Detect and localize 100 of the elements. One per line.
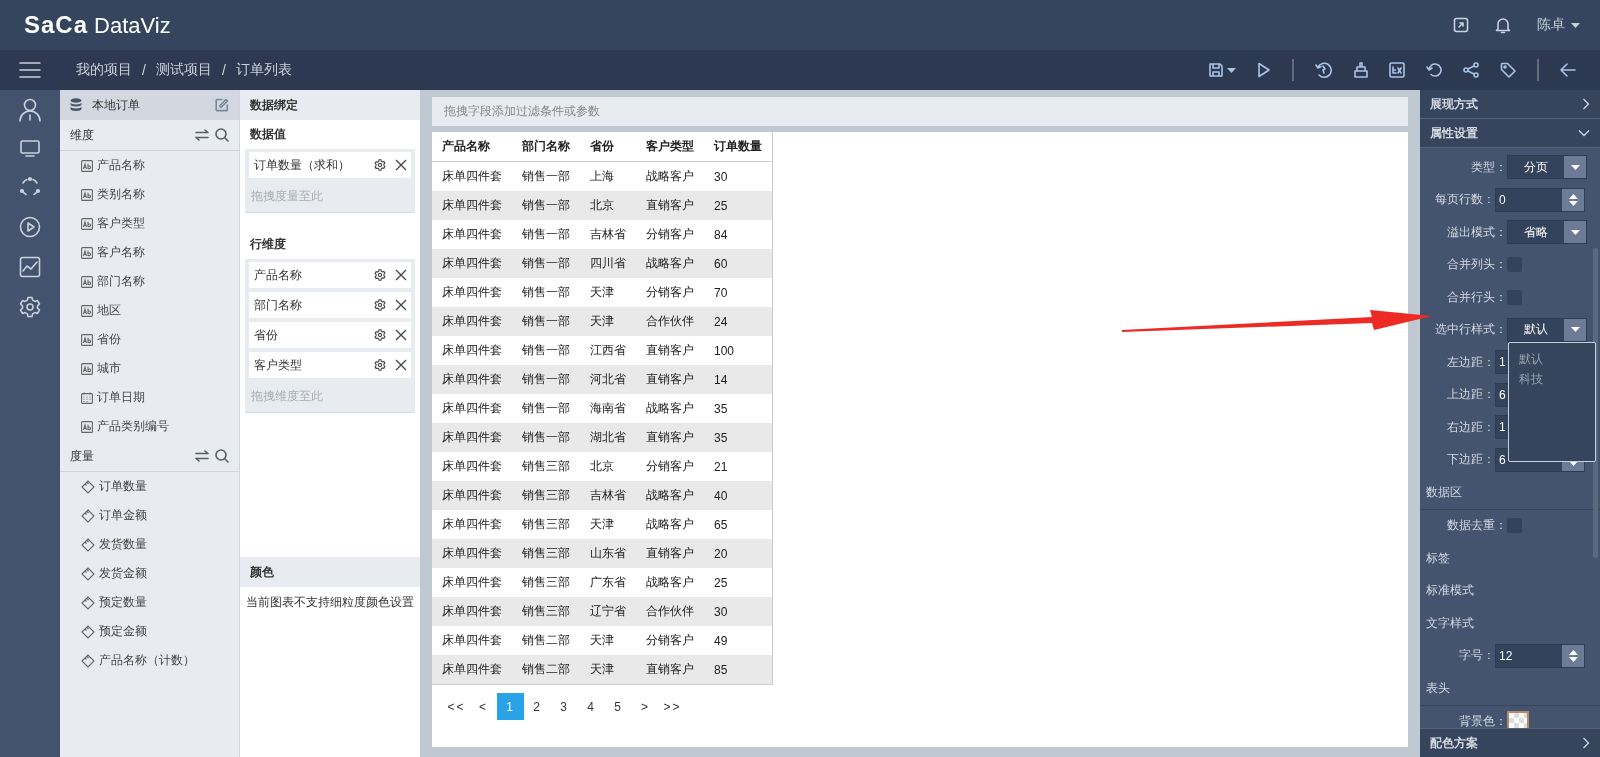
table-cell: 上海 (580, 161, 636, 191)
page-button[interactable]: < (470, 693, 497, 720)
search-icon[interactable] (215, 449, 229, 463)
table-cell: 25 (704, 191, 772, 220)
field-pill[interactable]: 产品名称 (249, 262, 411, 288)
page-button[interactable]: << (443, 693, 470, 720)
table-cell: 分销客户 (636, 278, 704, 307)
search-icon[interactable] (215, 128, 229, 142)
dropdown-option[interactable]: 科技 (1519, 368, 1585, 389)
number-field[interactable]: 12 (1495, 643, 1585, 668)
close-icon[interactable] (395, 159, 407, 171)
field-item[interactable]: 部门名称 (60, 267, 239, 296)
drop-hint: 拖拽维度至此 (250, 388, 324, 405)
accordion-header[interactable]: 展现方式 (1420, 90, 1600, 119)
fullscreen-icon[interactable] (1453, 17, 1469, 33)
color-swatch[interactable] (1507, 710, 1529, 728)
dropdown[interactable]: 分页 (1507, 155, 1587, 180)
field-item[interactable]: 发货数量 (60, 530, 239, 559)
back-arrow-icon[interactable] (1560, 63, 1576, 77)
settings-icon[interactable] (374, 359, 386, 371)
field-item[interactable]: 产品名称（计数） (60, 646, 239, 675)
field-pill[interactable]: 部门名称 (249, 292, 411, 318)
table-cell: 吉林省 (580, 481, 636, 510)
text-field-icon (81, 159, 93, 172)
settings-icon[interactable] (374, 269, 386, 281)
table-cell: 床单四件套 (432, 423, 512, 452)
share-icon[interactable] (1463, 62, 1479, 78)
field-item[interactable]: 地区 (60, 296, 239, 325)
page-button[interactable]: 5 (605, 693, 632, 720)
ruler-icon (81, 653, 95, 668)
stepper-icon[interactable] (1562, 188, 1584, 211)
table-cell: 销售三部 (512, 568, 580, 597)
table-cell: 销售一部 (512, 220, 580, 249)
table-cell: 销售二部 (512, 655, 580, 684)
dropdown[interactable]: 默认 (1507, 317, 1587, 342)
cycle-icon[interactable] (19, 176, 41, 198)
menu-icon[interactable] (19, 61, 41, 79)
brush-icon[interactable] (1354, 62, 1368, 78)
field-pill[interactable]: 省份 (249, 322, 411, 348)
user-menu[interactable]: 陈卓 (1537, 16, 1580, 34)
breadcrumb-link[interactable]: 我的项目 (76, 61, 132, 79)
tag-icon[interactable] (1500, 62, 1516, 78)
close-icon[interactable] (395, 299, 407, 311)
dropdown-option[interactable]: 默认 (1519, 348, 1585, 369)
swap-icon[interactable] (195, 450, 209, 462)
field-item[interactable]: 订单数量 (60, 472, 239, 501)
field-item[interactable]: 预定数量 (60, 588, 239, 617)
settings-icon[interactable] (374, 329, 386, 341)
undo-icon[interactable] (1426, 62, 1442, 78)
close-icon[interactable] (395, 269, 407, 281)
table-cell: 65 (704, 510, 772, 539)
page-button[interactable]: 4 (578, 693, 605, 720)
page-button[interactable]: > (632, 693, 659, 720)
page-button[interactable]: >> (659, 693, 686, 720)
field-item[interactable]: 城市 (60, 354, 239, 383)
field-item[interactable]: 预定金额 (60, 617, 239, 646)
field-item[interactable]: 类别名称 (60, 180, 239, 209)
page-button[interactable]: 2 (524, 693, 551, 720)
field-item[interactable]: 发货金额 (60, 559, 239, 588)
field-item[interactable]: 客户类型 (60, 209, 239, 238)
settings-icon[interactable] (374, 299, 386, 311)
dropdown[interactable]: 省略 (1507, 220, 1587, 245)
drop-zone[interactable]: 产品名称 部门名称 省份 客户类型 拖拽维度至此 (245, 259, 415, 413)
history-icon[interactable] (1315, 61, 1333, 79)
stepper-icon[interactable] (1562, 644, 1584, 667)
accordion-header[interactable]: 属性设置 (1420, 119, 1600, 148)
monitor-icon[interactable] (20, 140, 40, 158)
number-field[interactable]: 0 (1495, 187, 1585, 212)
swap-icon[interactable] (195, 129, 209, 141)
page-button[interactable]: 3 (551, 693, 578, 720)
play-circle-icon[interactable] (19, 216, 41, 238)
field-item[interactable]: 产品名称 (60, 151, 239, 180)
field-item[interactable]: 订单金额 (60, 501, 239, 530)
property-label: 数据去重： (1446, 517, 1507, 535)
breadcrumb-link[interactable]: 订单列表 (235, 61, 292, 79)
table-cell: 分销客户 (636, 452, 704, 481)
edit-icon[interactable] (215, 98, 229, 112)
column-header: 订单数量 (704, 132, 772, 162)
scrollbar[interactable] (1593, 248, 1598, 558)
close-icon[interactable] (395, 359, 407, 371)
table-cell: 分销客户 (636, 626, 704, 655)
field-item[interactable]: 产品类别编号 (60, 412, 239, 441)
breadcrumb-link[interactable]: 测试项目 (155, 61, 212, 79)
field-pill[interactable]: 订单数量（求和） (249, 152, 411, 178)
field-item[interactable]: 省份 (60, 325, 239, 354)
user-icon[interactable] (19, 98, 41, 122)
table-cell: 分销客户 (636, 220, 704, 249)
text-field-icon (81, 420, 93, 433)
field-item[interactable]: 客户名称 (60, 238, 239, 267)
bell-icon[interactable] (1495, 16, 1511, 34)
save-button[interactable] (1209, 63, 1236, 77)
accordion-header[interactable]: 配色方案 (1420, 728, 1600, 757)
field-item[interactable]: 订单日期 (60, 383, 239, 412)
line-chart-icon[interactable] (19, 256, 41, 278)
field-pill[interactable]: 客户类型 (249, 352, 411, 378)
play-icon[interactable] (1257, 62, 1271, 78)
excel-icon[interactable] (1389, 62, 1405, 78)
close-icon[interactable] (395, 329, 407, 341)
text-field-icon (81, 362, 93, 375)
settings-icon[interactable] (374, 159, 386, 171)
